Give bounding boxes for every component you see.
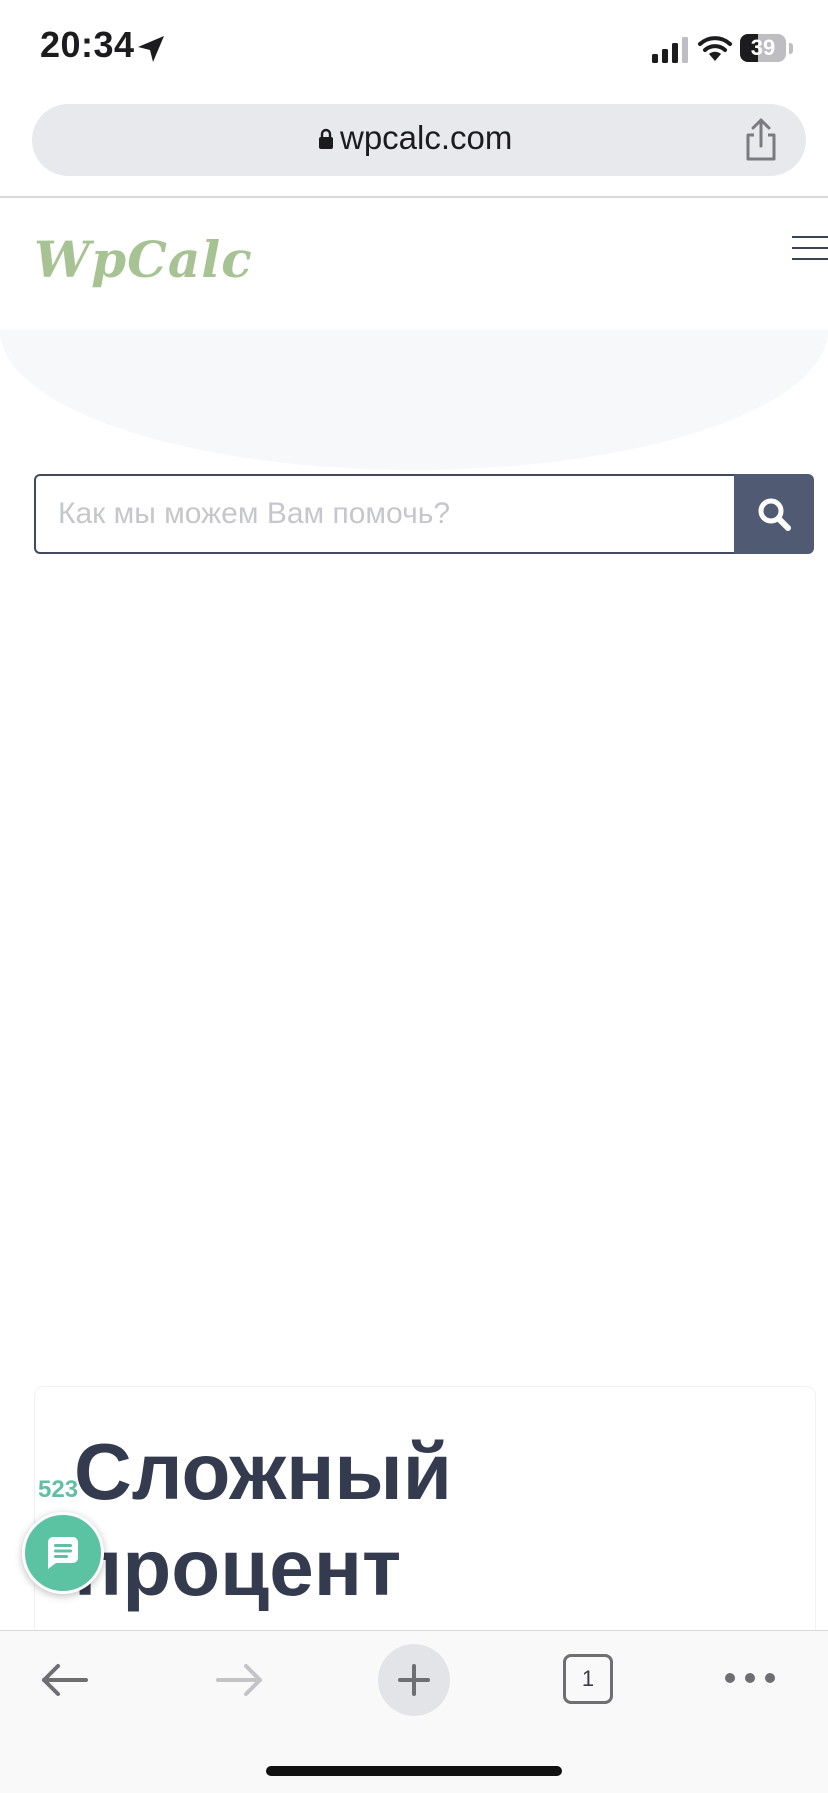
battery-percent: 39	[750, 35, 776, 60]
chat-count-badge: 523	[38, 1476, 79, 1503]
wifi-icon	[698, 36, 732, 61]
browser-divider	[0, 196, 828, 198]
url-text[interactable]: wpcalc.com	[340, 119, 512, 157]
lock-icon	[319, 128, 333, 149]
back-arrow-icon[interactable]	[36, 1652, 92, 1708]
new-tab-button[interactable]	[378, 1644, 450, 1716]
site-logo[interactable]: WpCalc	[34, 230, 253, 289]
home-indicator	[266, 1766, 562, 1776]
hero-background	[0, 330, 828, 470]
chat-icon	[48, 1537, 78, 1569]
tabs-icon: 1	[563, 1654, 613, 1704]
more-dots-icon[interactable]	[722, 1660, 778, 1696]
article-title: Сложный процент	[74, 1427, 452, 1612]
search-icon	[758, 498, 791, 531]
location-arrow-icon	[138, 36, 164, 62]
search-button[interactable]	[734, 474, 814, 554]
tabs-button[interactable]: 1	[563, 1654, 613, 1704]
forward-arrow-icon[interactable]	[212, 1652, 268, 1708]
hamburger-menu-icon[interactable]	[792, 234, 828, 264]
plus-icon	[398, 1664, 430, 1696]
status-time: 20:34	[40, 24, 135, 65]
signal-bars-icon	[652, 37, 688, 63]
search-input[interactable]	[34, 474, 734, 554]
share-icon[interactable]	[742, 118, 780, 162]
battery-icon: 39	[740, 34, 796, 64]
chat-button[interactable]	[22, 1512, 104, 1594]
